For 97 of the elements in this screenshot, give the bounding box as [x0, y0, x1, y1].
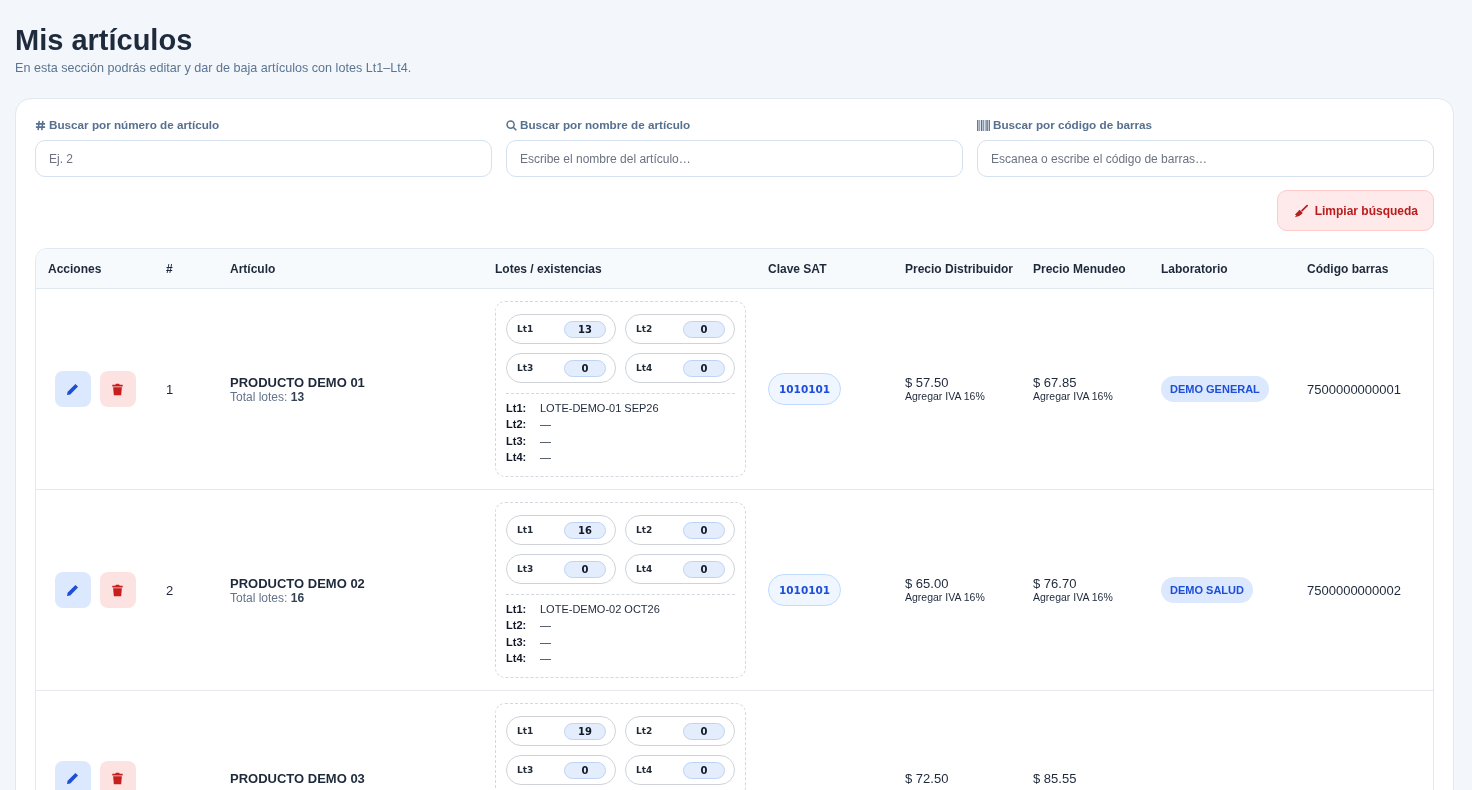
delete-button[interactable] [99, 572, 136, 609]
product-name: PRODUCTO DEMO 02 [230, 575, 365, 591]
price-amount: $ 57.50 [905, 375, 949, 391]
pencil-icon [66, 382, 79, 396]
column-header: Artículo [229, 261, 277, 276]
stock-badge: 0 [683, 761, 725, 779]
lot-label: Lt2 [636, 525, 653, 536]
product-name: PRODUCTO DEMO 03 [230, 771, 365, 787]
column-header: Código barras [1306, 261, 1390, 276]
broom-icon [1293, 203, 1308, 218]
stock-badge: 0 [683, 560, 725, 578]
price-amount: $ 72.50 [905, 771, 949, 787]
lot-label: Lt1 [517, 324, 534, 334]
column-header: Precio Distribuidor [904, 261, 1015, 276]
lot-label: Lt2 [636, 726, 653, 737]
trash-icon [111, 772, 124, 786]
search-icon [506, 119, 517, 131]
barcode-number: 7500000000001 [1307, 382, 1401, 398]
lot-label: Lt1 [517, 726, 534, 737]
product-name: PRODUCTO DEMO 01 [230, 374, 365, 390]
price-amount: $ 65.00 [905, 576, 949, 592]
lot-detail-label: Lt2: [506, 417, 528, 433]
hash-icon [35, 119, 46, 131]
row-number: 1 [166, 382, 174, 398]
pencil-icon [66, 772, 79, 786]
lot-label: Lt3 [517, 363, 534, 373]
lot-detail-label: Lt3: [506, 433, 528, 449]
search-field[interactable]: Escribe el nombre del artículo… [506, 140, 963, 177]
lot-detail-label: Lt4: [506, 449, 528, 465]
barcode-number: 7500000000002 [1307, 583, 1401, 599]
stock-badge: 0 [564, 359, 606, 377]
lot-detail-label: Lt1: [506, 602, 528, 618]
trash-icon [111, 583, 124, 597]
stock-badge: 19 [564, 722, 606, 740]
clear-search-button[interactable]: Limpiar búsqueda [1276, 190, 1434, 231]
search-field[interactable]: Escanea o escribe el código de barras… [977, 140, 1434, 177]
lot-detail-value: — [540, 651, 551, 667]
lot-detail-value: LOTE-DEMO-02 OCT26 [540, 602, 660, 618]
price-amount: $ 85.55 [1033, 771, 1077, 787]
tax-note: Agregar IVA 16% [1033, 591, 1113, 605]
column-header: Clave SAT [767, 261, 828, 276]
column-header: Lotes / existencias [494, 261, 603, 276]
laboratory-badge: DEMO SALUD [1161, 577, 1253, 604]
stock-badge: 13 [564, 320, 606, 338]
lot-label: Lt4 [636, 765, 653, 776]
delete-button[interactable] [99, 760, 136, 790]
field-label: Buscar por número de artículo [49, 118, 220, 132]
lot-detail-label: Lt1: [506, 401, 528, 416]
sat-code-badge: 1010101 [768, 574, 842, 607]
tax-note: Agregar IVA 16% [905, 390, 985, 404]
lot-detail-value: — [540, 449, 551, 465]
lot-label: Lt3 [517, 564, 534, 575]
lot-detail-value: — [540, 417, 551, 433]
stock-badge: 0 [564, 560, 606, 578]
edit-button[interactable] [54, 572, 91, 609]
lot-label: Lt4 [636, 363, 653, 373]
lot-total: Total lotes: 13 [230, 389, 305, 404]
lot-detail-label: Lt4: [506, 651, 528, 667]
sat-code-badge: 1010101 [768, 373, 842, 406]
stock-badge: 16 [564, 521, 606, 539]
search-field[interactable]: Ej. 2 [35, 140, 492, 177]
tax-note: Agregar IVA 16% [1033, 390, 1113, 404]
laboratory-badge: DEMO GENERAL [1161, 376, 1269, 403]
lot-total: Total lotes: 16 [230, 590, 305, 605]
lot-label: Lt4 [636, 564, 653, 575]
lot-label: Lt2 [636, 324, 653, 334]
lot-detail-value: LOTE-DEMO-01 SEP26 [540, 401, 659, 416]
lot-detail-value: — [540, 433, 551, 449]
page-title: Mis artículos [15, 23, 194, 58]
stock-badge: 0 [683, 320, 725, 338]
lot-detail-value: — [540, 618, 551, 634]
tax-note: Agregar IVA 16% [905, 591, 985, 605]
lot-detail-value: — [540, 634, 551, 650]
lot-detail-label: Lt3: [506, 634, 528, 650]
column-header: Precio Menudeo [1032, 261, 1127, 276]
trash-icon [111, 382, 124, 396]
column-header: Laboratorio [1160, 261, 1229, 276]
pencil-icon [66, 583, 79, 597]
delete-button[interactable] [99, 371, 136, 408]
row-number: 2 [166, 583, 174, 599]
barcode-icon [977, 119, 990, 131]
lot-detail-label: Lt2: [506, 618, 528, 634]
lot-label: Lt3 [517, 765, 534, 776]
field-label: Buscar por nombre de artículo [520, 118, 691, 132]
lot-label: Lt1 [517, 525, 534, 536]
price-amount: $ 67.85 [1033, 375, 1077, 391]
stock-badge: 0 [564, 761, 606, 779]
page-subtitle: En esta sección podrás editar y dar de baja artículos con lotes Lt1–Lt4. [15, 60, 413, 76]
price-amount: $ 76.70 [1033, 576, 1077, 592]
edit-button[interactable] [54, 371, 91, 408]
field-label: Buscar por código de barras [993, 118, 1153, 132]
column-header: # [165, 261, 174, 276]
column-header: Acciones [47, 261, 103, 276]
stock-badge: 0 [683, 521, 725, 539]
edit-button[interactable] [54, 760, 91, 790]
stock-badge: 0 [683, 722, 725, 740]
stock-badge: 0 [683, 359, 725, 377]
